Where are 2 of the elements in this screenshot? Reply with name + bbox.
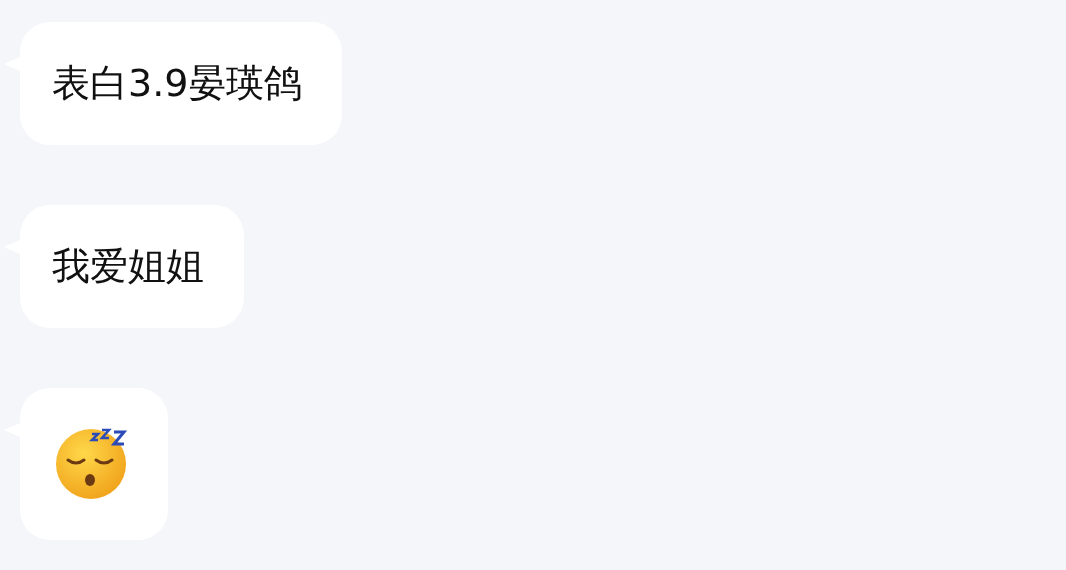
message-text: 表白3.9晏瑛鸽 [52, 60, 303, 107]
message-text: 我爱姐姐 [52, 243, 204, 290]
